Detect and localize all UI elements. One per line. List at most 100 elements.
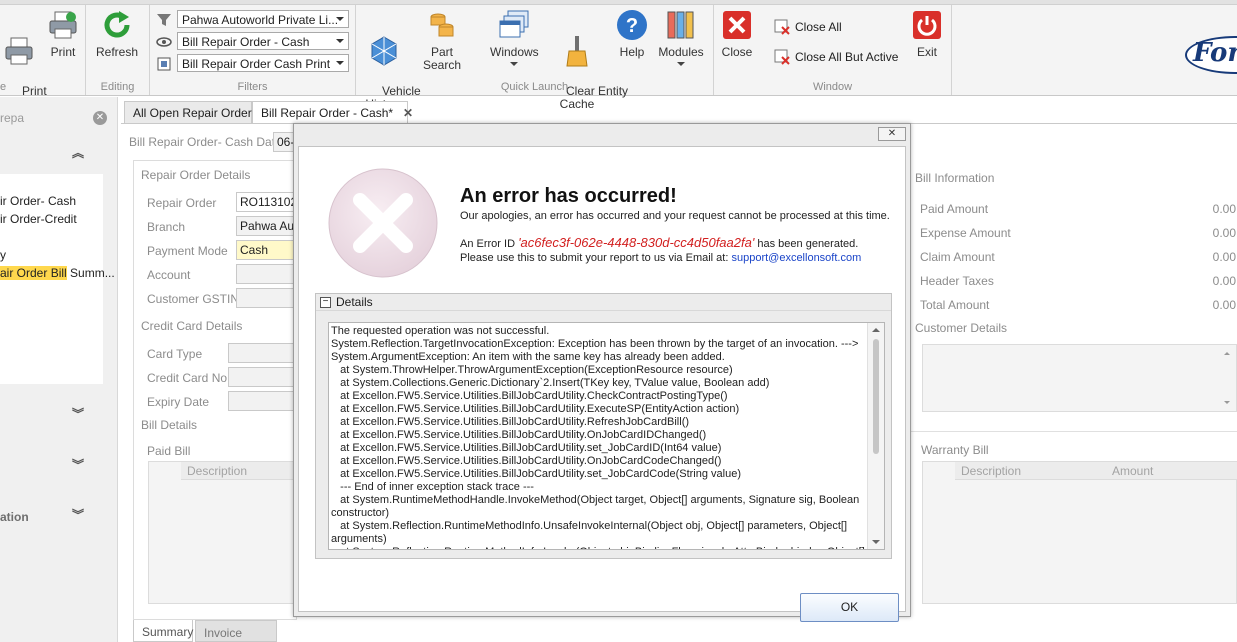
expense-amount-row: Expense Amount 0.00: [920, 226, 1237, 240]
tab-bill-repair-order-cash[interactable]: Bill Repair Order - Cash* ✕: [252, 101, 413, 123]
close-all-button[interactable]: Close All: [774, 19, 842, 35]
customer-gstin-field[interactable]: [236, 288, 297, 308]
nav-search-input[interactable]: repa: [0, 111, 24, 125]
view-filter-select[interactable]: Bill Repair Order - Cash: [177, 32, 349, 50]
filters-group: Pahwa Autoworld Private Li... Bill Repai…: [150, 5, 356, 95]
customer-details-scrollbar[interactable]: [1222, 345, 1234, 411]
company-filter-value: Pahwa Autoworld Private Li...: [182, 13, 339, 27]
part-search-button[interactable]: Part Search: [412, 9, 472, 72]
warranty-bill-title: Warranty Bill: [921, 443, 989, 457]
close-tab-icon[interactable]: ✕: [403, 106, 413, 120]
customer-details-box[interactable]: [922, 344, 1237, 412]
payment-mode-select[interactable]: Cash: [236, 240, 297, 260]
ok-button[interactable]: OK: [800, 593, 899, 622]
collapse-icon[interactable]: −: [320, 296, 331, 308]
stack-trace-textbox[interactable]: The requested operation was not successf…: [328, 322, 885, 550]
refresh-icon: [104, 11, 130, 38]
scroll-up-icon[interactable]: [1224, 352, 1230, 355]
nav-item-label: ir Order-Credit: [0, 212, 77, 226]
print-button[interactable]: Print: [46, 9, 80, 59]
quick-launch-group-label: Quick Launch: [500, 81, 569, 93]
modules-icon: [667, 11, 694, 39]
print-template-select[interactable]: Bill Repair Order Cash Print: [177, 54, 349, 72]
editing-group-label: Editing: [100, 81, 135, 93]
card-type-field[interactable]: [228, 343, 297, 363]
scroll-down-icon[interactable]: [872, 540, 880, 544]
tab-label: Bill Repair Order - Cash*: [261, 106, 394, 120]
nav-item-repair-order-cash[interactable]: ir Order- Cash: [0, 194, 76, 208]
close-all-label: Close All: [795, 20, 842, 34]
collapse-up-icon[interactable]: ︽: [72, 147, 84, 159]
modules-label: Modules: [658, 45, 704, 59]
stack-trace-scrollbar[interactable]: [867, 323, 884, 549]
repair-order-value: RO1131025: [240, 195, 296, 209]
expand-down-icon[interactable]: ︾: [72, 459, 84, 471]
description-column-header[interactable]: Description: [181, 462, 297, 480]
expiry-date-field[interactable]: [228, 391, 297, 411]
dialog-close-button[interactable]: ✕: [878, 127, 906, 141]
print-group: Print Direct Print e: [0, 5, 86, 111]
repair-order-details-title: Repair Order Details: [141, 168, 251, 182]
email-line: Please use this to submit your report to…: [460, 252, 861, 264]
description-column-header[interactable]: Description: [961, 464, 1021, 478]
expand-down-icon[interactable]: ︾: [72, 509, 84, 521]
help-button[interactable]: ? Help: [614, 9, 650, 59]
repair-order-field[interactable]: RO1131025: [236, 192, 297, 212]
company-filter-select[interactable]: Pahwa Autoworld Private Li...: [177, 10, 349, 28]
close-button[interactable]: Close: [720, 9, 754, 59]
amount-value: 0.00: [1212, 226, 1236, 240]
customer-details-title: Customer Details: [915, 321, 1008, 335]
exit-button[interactable]: Exit: [910, 9, 944, 59]
nav-item-bill-summary[interactable]: air Order Bill Summ...: [0, 266, 115, 280]
brand-logo-text: Ford: [1193, 38, 1237, 68]
part-search-label: Part Search: [422, 45, 462, 72]
account-field[interactable]: [236, 264, 297, 284]
print-group-label: e: [0, 81, 7, 93]
close-all-but-active-label: Close All But Active: [795, 50, 899, 64]
credit-card-details-title: Credit Card Details: [141, 319, 243, 333]
nav-item-history[interactable]: y: [0, 248, 6, 262]
modules-button[interactable]: Modules: [658, 9, 704, 66]
expand-down-icon[interactable]: ︾: [72, 408, 84, 420]
scroll-down-icon[interactable]: [1224, 401, 1230, 404]
repair-order-label: Repair Order: [147, 196, 217, 210]
branch-label: Branch: [147, 220, 186, 234]
header-taxes-row: Header Taxes 0.00: [920, 274, 1237, 288]
error-id-suffix: has been generated.: [754, 238, 859, 250]
window-group: Close Close All Close All But Active Exi…: [714, 5, 952, 95]
amount-label: Claim Amount: [920, 250, 995, 264]
clear-search-icon[interactable]: ✕: [93, 111, 107, 125]
tab-invoice-detail[interactable]: Invoice Detail: [195, 620, 277, 642]
windows-button[interactable]: Windows: [490, 9, 539, 66]
error-x-icon: [328, 168, 438, 278]
scroll-thumb[interactable]: [873, 339, 879, 454]
refresh-button[interactable]: Refresh: [94, 9, 140, 59]
close-all-but-active-button[interactable]: Close All But Active: [774, 49, 898, 65]
nav-item-repair-order-credit[interactable]: ir Order-Credit: [0, 212, 77, 226]
branch-field[interactable]: Pahwa Auto: [236, 216, 297, 236]
details-label: Details: [336, 295, 373, 309]
error-id-line: An Error ID 'ac6fec3f-062e-4448-830d-cc4…: [460, 235, 858, 250]
scroll-up-icon[interactable]: [872, 328, 880, 332]
description-column-label: Description: [187, 464, 248, 478]
divider: [910, 431, 1237, 432]
error-id-prefix: An Error ID: [460, 238, 519, 250]
support-email-link[interactable]: support@excellonsoft.com: [731, 252, 861, 264]
tab-all-open-repair-orders[interactable]: All Open Repair Orders: [124, 101, 258, 123]
amount-column-header[interactable]: Amount: [1112, 464, 1153, 478]
credit-card-no-field[interactable]: [228, 367, 297, 387]
close-icon: ✕: [887, 128, 897, 139]
bill-information-title: Bill Information: [915, 171, 995, 185]
clear-entity-cache-button[interactable]: Clear Entity Cache: [546, 9, 628, 124]
nav-item-label: air Order: [0, 266, 51, 280]
printer-preview-icon: [49, 11, 77, 39]
power-icon: [913, 11, 941, 39]
paid-bill-grid: [148, 461, 297, 604]
windows-label: Windows: [490, 45, 539, 59]
tab-summary[interactable]: Summary: [133, 620, 193, 642]
details-header[interactable]: − Details: [316, 294, 891, 311]
exit-label: Exit: [916, 45, 937, 59]
amount-label: Total Amount: [920, 298, 990, 312]
chevron-down-icon: [510, 62, 518, 66]
nav-item-label-rest: Summ...: [66, 266, 115, 280]
